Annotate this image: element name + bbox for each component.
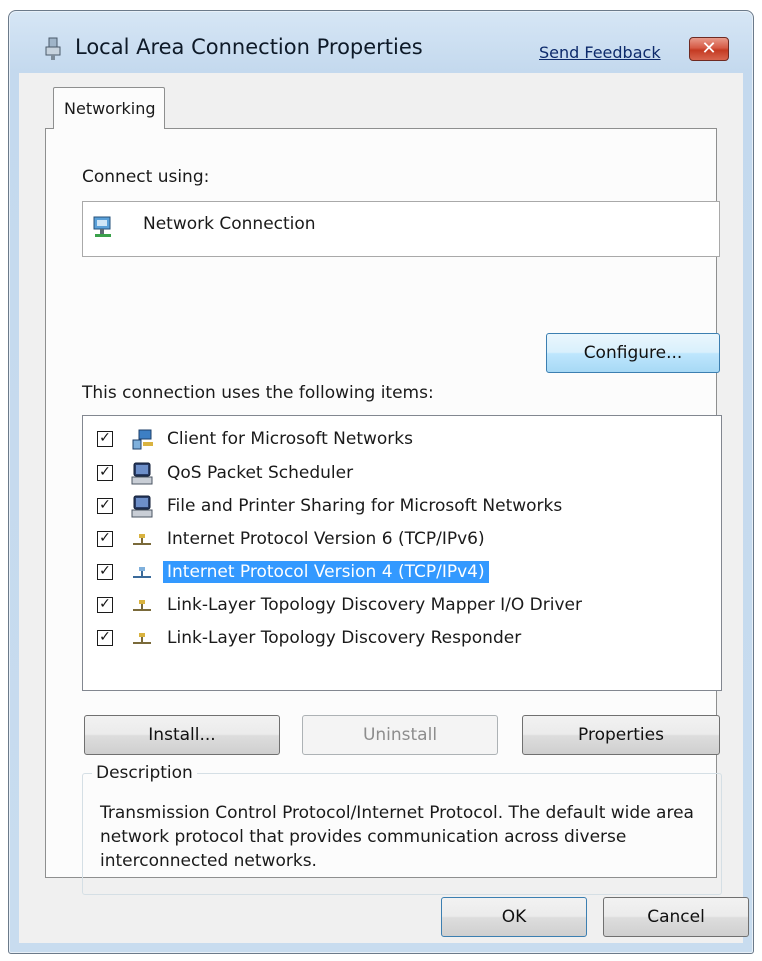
items-list[interactable]: ✓ Client for Microsoft Networks ✓ QoS Pa… [82,415,722,691]
configure-button[interactable]: Configure... [546,333,720,373]
item-label: QoS Packet Scheduler [167,463,354,483]
close-icon: ✕ [701,38,717,59]
list-item[interactable]: ✓ File and Printer Sharing for Microsoft… [83,491,703,523]
item-checkbox[interactable]: ✓ [97,465,113,481]
uninstall-button[interactable]: Uninstall [302,715,498,755]
properties-label: Properties [578,725,664,745]
dialog-title: Local Area Connection Properties [75,35,423,59]
ok-label: OK [501,907,527,927]
network-client-icon [132,429,153,450]
install-button[interactable]: Install... [84,715,280,755]
connect-using-label: Connect using: [82,167,210,187]
item-label: File and Printer Sharing for Microsoft N… [167,496,563,516]
item-label: Internet Protocol Version 4 (TCP/IPv4) [163,561,489,583]
item-checkbox[interactable]: ✓ [97,431,113,447]
list-item[interactable]: ✓ Internet Protocol Version 4 (TCP/IPv4) [83,557,703,589]
item-checkbox[interactable]: ✓ [97,630,113,646]
send-feedback-link[interactable]: Send Feedback [539,43,661,62]
item-label: Link-Layer Topology Discovery Responder [167,628,522,648]
cancel-button[interactable]: Cancel [603,897,749,937]
ok-button[interactable]: OK [441,897,587,937]
service-icon [131,462,153,485]
adapter-name: Network Connection [143,214,316,234]
network-adapter-icon [45,37,61,60]
item-checkbox[interactable]: ✓ [97,564,113,580]
items-label: This connection uses the following items… [82,383,434,403]
description-text: Transmission Control Protocol/Internet P… [100,803,694,871]
title-bar[interactable]: Local Area Connection Properties Send Fe… [9,11,753,75]
network-card-icon [93,216,111,237]
cancel-label: Cancel [647,907,705,927]
networking-panel: Connect using: Network Connection Config… [45,128,722,895]
protocol-icon [133,600,151,611]
close-button[interactable]: ✕ [689,37,729,61]
item-label: Link-Layer Topology Discovery Mapper I/O… [167,595,582,615]
adapter-field: Network Connection [82,201,720,257]
dialog-body: Networking Connect using: Network Connec… [19,73,749,943]
protocol-icon [133,567,151,578]
list-item[interactable]: ✓ Internet Protocol Version 6 (TCP/IPv6) [83,524,703,556]
list-item[interactable]: ✓ Client for Microsoft Networks [83,424,703,456]
uninstall-label: Uninstall [362,725,438,745]
item-checkbox[interactable]: ✓ [97,597,113,613]
tab-networking[interactable]: Networking [53,87,165,129]
service-icon [131,495,153,518]
protocol-icon [133,534,151,545]
protocol-icon [133,633,151,644]
configure-label: Configure... [583,343,683,363]
list-item[interactable]: ✓ Link-Layer Topology Discovery Mapper I… [83,590,703,622]
install-label: Install... [148,725,216,745]
description-title: Description [92,763,197,783]
list-item[interactable]: ✓ Link-Layer Topology Discovery Responde… [83,623,703,655]
item-checkbox[interactable]: ✓ [97,531,113,547]
item-label: Client for Microsoft Networks [167,429,414,449]
properties-dialog: Local Area Connection Properties Send Fe… [8,10,754,954]
item-checkbox[interactable]: ✓ [97,498,113,514]
list-item[interactable]: ✓ QoS Packet Scheduler [83,458,703,490]
item-label: Internet Protocol Version 6 (TCP/IPv6) [167,529,485,549]
properties-button[interactable]: Properties [522,715,720,755]
